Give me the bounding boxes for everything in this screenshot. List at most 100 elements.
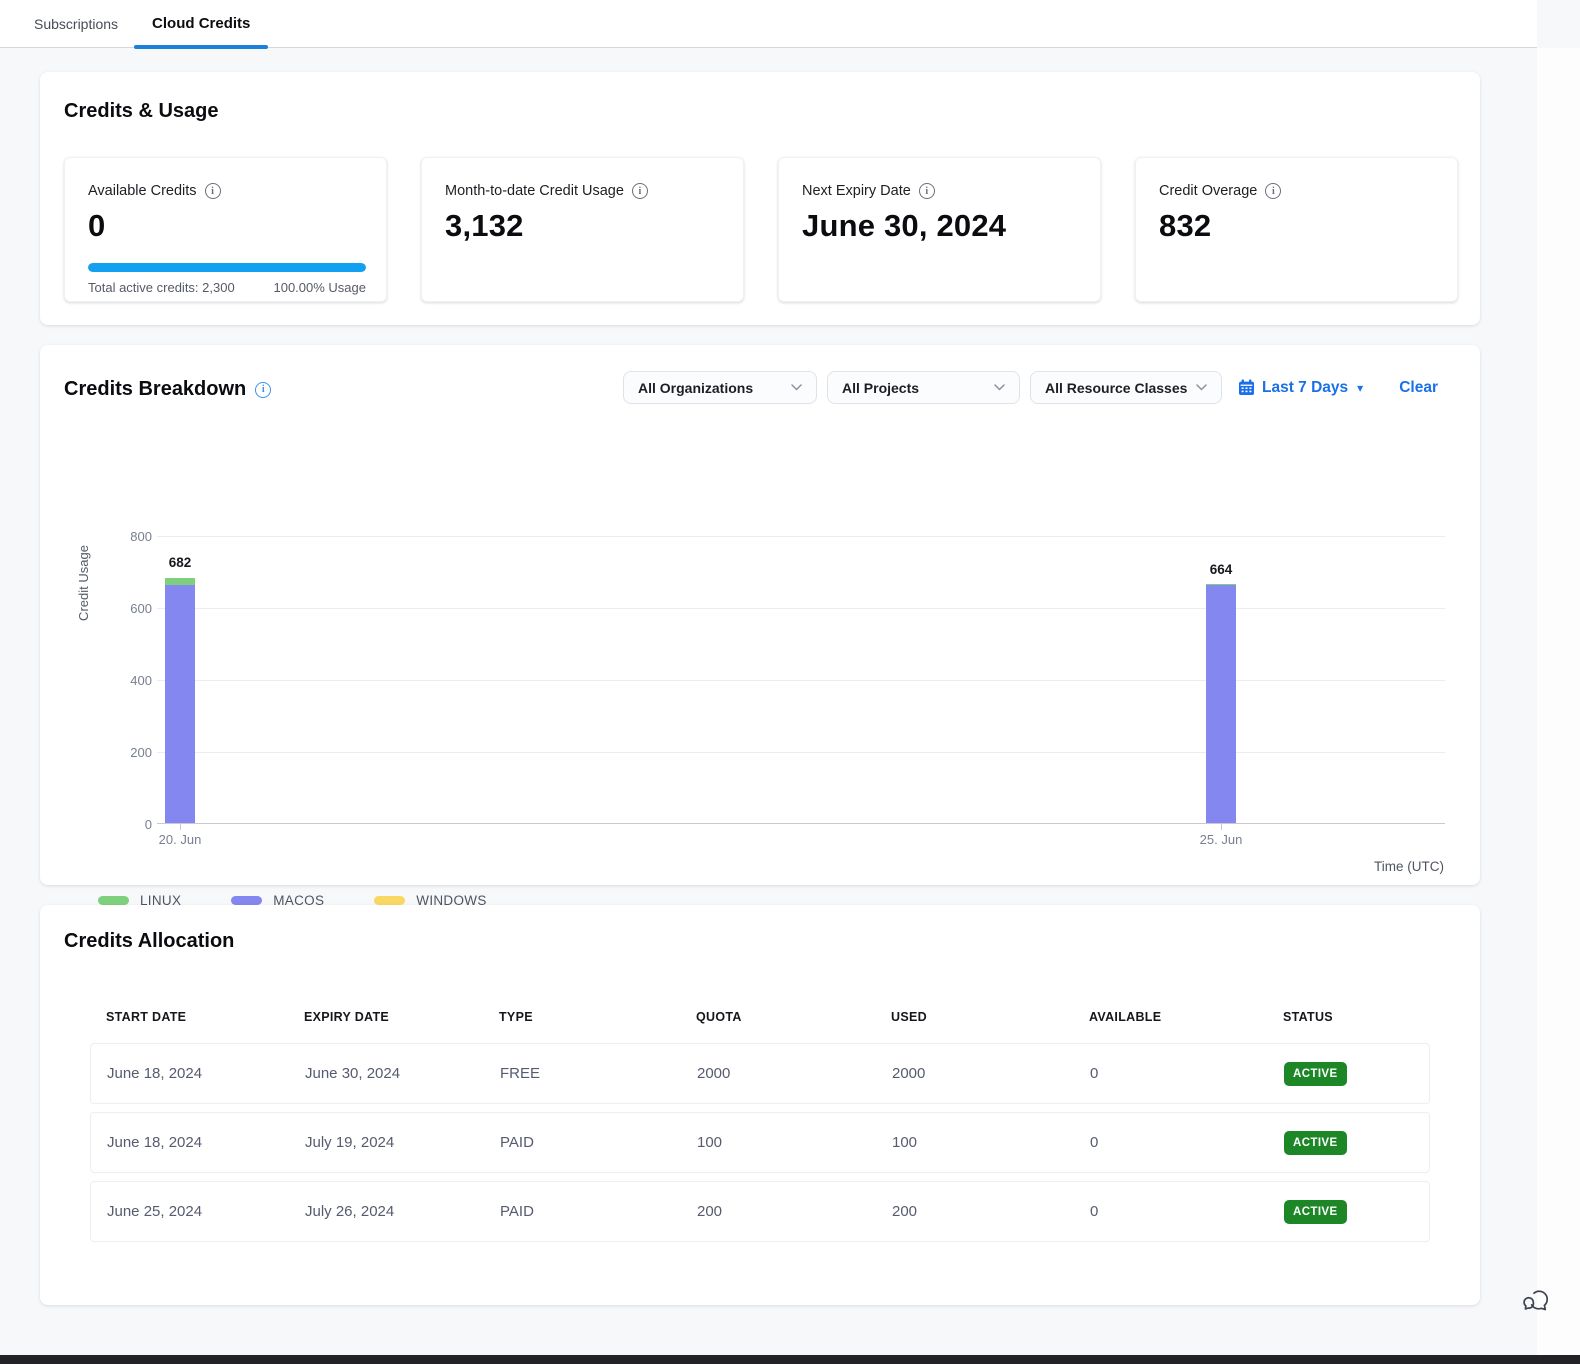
credit-overage-value: 832	[1159, 208, 1211, 244]
projects-dropdown[interactable]: All Projects	[827, 371, 1020, 404]
linux-swatch	[98, 896, 129, 905]
date-range-value: Last 7 Days	[1262, 379, 1348, 397]
credits-usage-title: Credits & Usage	[64, 100, 219, 123]
table-header-row: START DATE EXPIRY DATE TYPE QUOTA USED A…	[90, 1010, 1430, 1024]
y-tick: 200	[112, 745, 152, 760]
organizations-dropdown-value: All Organizations	[638, 380, 753, 396]
date-range-selector[interactable]: Last 7 Days ▾	[1238, 379, 1363, 397]
cell-quota: 100	[681, 1134, 876, 1151]
col-type: TYPE	[483, 1010, 680, 1024]
macos-swatch	[231, 896, 262, 905]
available-credits-label: Available Credits	[88, 183, 197, 199]
mtd-usage-value: 3,132	[445, 208, 524, 244]
chart-x-axis-label: Time (UTC)	[1374, 859, 1444, 874]
cell-quota: 2000	[681, 1065, 876, 1082]
calendar-icon	[1238, 379, 1255, 396]
col-expiry-date: EXPIRY DATE	[288, 1010, 483, 1024]
cell-type: PAID	[484, 1203, 681, 1220]
credit-overage-label: Credit Overage	[1159, 183, 1257, 199]
tab-bar: Subscriptions Cloud Credits	[0, 0, 1537, 48]
x-axis-line	[157, 823, 1445, 824]
chart-filters: All Organizations All Projects All Resou…	[623, 371, 1438, 404]
support-chat-button[interactable]	[1521, 1284, 1555, 1318]
cell-expiry-date: June 30, 2024	[289, 1065, 484, 1082]
bar-value-label: 664	[1210, 562, 1233, 577]
col-quota: QUOTA	[680, 1010, 875, 1024]
mtd-usage-card: Month-to-date Credit Usage i 3,132	[421, 157, 744, 302]
table-row[interactable]: June 25, 2024 July 26, 2024 PAID 200 200…	[90, 1181, 1430, 1242]
cloud-credits-page: Subscriptions Cloud Credits Credits & Us…	[0, 0, 1580, 1364]
cell-available: 0	[1074, 1203, 1268, 1220]
credits-allocation-section: Credits Allocation START DATE EXPIRY DAT…	[40, 905, 1480, 1305]
col-available: AVAILABLE	[1073, 1010, 1267, 1024]
x-tick-mark	[1221, 824, 1222, 830]
tab-subscriptions-label: Subscriptions	[34, 16, 118, 32]
table-row[interactable]: June 18, 2024 July 19, 2024 PAID 100 100…	[90, 1112, 1430, 1173]
organizations-dropdown[interactable]: All Organizations	[623, 371, 817, 404]
chevron-down-icon	[994, 384, 1005, 391]
y-tick: 0	[112, 817, 152, 832]
info-icon[interactable]: i	[919, 183, 935, 199]
total-active-credits: Total active credits: 2,300	[88, 280, 235, 295]
bar-25-jun[interactable]: 664	[1206, 536, 1236, 824]
usage-percent: 100.00% Usage	[273, 280, 366, 295]
info-icon[interactable]: i	[205, 183, 221, 199]
chevron-down-icon	[1196, 384, 1207, 391]
tab-subscriptions[interactable]: Subscriptions	[24, 0, 128, 48]
y-tick: 600	[112, 601, 152, 616]
info-icon[interactable]: i	[632, 183, 648, 199]
x-tick-label: 20. Jun	[159, 832, 202, 847]
tab-cloud-credits[interactable]: Cloud Credits	[142, 0, 260, 48]
cell-available: 0	[1074, 1134, 1268, 1151]
x-tick-mark	[180, 824, 181, 830]
table-row[interactable]: June 18, 2024 June 30, 2024 FREE 2000 20…	[90, 1043, 1430, 1104]
chevron-down-icon	[791, 384, 802, 391]
available-credits-value: 0	[88, 208, 105, 244]
window-bottom-edge	[0, 1355, 1580, 1364]
credits-allocation-table: START DATE EXPIRY DATE TYPE QUOTA USED A…	[90, 1010, 1430, 1250]
credit-usage-chart: Credit Usage 800 600 400 200 0 682 664	[40, 425, 1480, 885]
credits-breakdown-title: Credits Breakdown	[64, 378, 246, 401]
resource-classes-dropdown-value: All Resource Classes	[1045, 380, 1187, 396]
status-badge: ACTIVE	[1284, 1200, 1347, 1224]
col-start-date: START DATE	[90, 1010, 288, 1024]
projects-dropdown-value: All Projects	[842, 380, 919, 396]
cell-quota: 200	[681, 1203, 876, 1220]
status-badge: ACTIVE	[1284, 1131, 1347, 1155]
tab-cloud-credits-label: Cloud Credits	[152, 15, 250, 32]
info-icon[interactable]: i	[1265, 183, 1281, 199]
cell-start-date: June 18, 2024	[91, 1065, 289, 1082]
bar-20-jun[interactable]: 682	[165, 536, 195, 824]
x-tick-label: 25. Jun	[1200, 832, 1243, 847]
cell-expiry-date: July 19, 2024	[289, 1134, 484, 1151]
cell-start-date: June 18, 2024	[91, 1134, 289, 1151]
resource-classes-dropdown[interactable]: All Resource Classes	[1030, 371, 1222, 404]
credits-breakdown-section: Credits Breakdown i All Organizations Al…	[40, 345, 1480, 885]
chat-bubbles-icon	[1521, 1284, 1553, 1316]
info-icon[interactable]: i	[255, 382, 271, 398]
next-expiry-value: June 30, 2024	[802, 208, 1006, 244]
next-expiry-label: Next Expiry Date	[802, 183, 911, 199]
cell-used: 200	[876, 1203, 1074, 1220]
cell-type: PAID	[484, 1134, 681, 1151]
clear-filters-button[interactable]: Clear	[1399, 379, 1438, 397]
credits-usage-section: Credits & Usage Available Credits i 0 To…	[40, 72, 1480, 325]
cell-used: 100	[876, 1134, 1074, 1151]
credit-overage-card: Credit Overage i 832	[1135, 157, 1458, 302]
active-tab-indicator	[134, 45, 268, 49]
y-tick: 800	[112, 529, 152, 544]
scroll-gutter	[1537, 48, 1580, 1364]
credits-progress-bar	[88, 263, 366, 272]
cell-used: 2000	[876, 1065, 1074, 1082]
col-used: USED	[875, 1010, 1073, 1024]
windows-swatch	[374, 896, 405, 905]
bar-value-label: 682	[169, 555, 192, 570]
caret-down-icon: ▾	[1357, 381, 1363, 395]
chart-plot-area: 682 664	[157, 536, 1445, 824]
cell-expiry-date: July 26, 2024	[289, 1203, 484, 1220]
mtd-usage-label: Month-to-date Credit Usage	[445, 183, 624, 199]
cell-type: FREE	[484, 1065, 681, 1082]
cell-start-date: June 25, 2024	[91, 1203, 289, 1220]
cell-available: 0	[1074, 1065, 1268, 1082]
status-badge: ACTIVE	[1284, 1062, 1347, 1086]
